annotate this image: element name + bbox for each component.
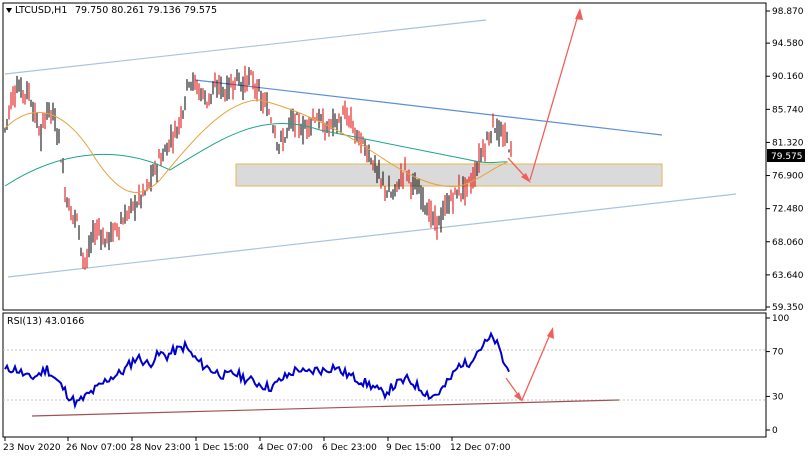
trading-chart[interactable]: 98.870 94.580 90.160 85.740 81.320 76.900 72.4… [0, 0, 808, 458]
rsi-tick-label: 30 [772, 392, 784, 402]
time-tick-label: 4 Dec 07:00 [258, 443, 313, 453]
time-tick-label: 1 Dec 15:00 [194, 443, 249, 453]
rsi-indicator-label: RSI(13) 43.0166 [7, 316, 84, 327]
time-tick-label: 9 Dec 15:00 [386, 443, 441, 453]
price-tick-label: 81.320 [772, 138, 804, 148]
price-tick-label: 72.480 [772, 205, 804, 215]
rsi-tick-label: 100 [772, 314, 789, 324]
price-tick-label: 68.060 [772, 238, 804, 248]
price-tick-label: 59.350 [772, 303, 804, 313]
current-price-label: 79.575 [771, 152, 803, 162]
time-tick-label: 26 Nov 07:00 [66, 443, 127, 453]
current-price-badge: 79.575 [767, 149, 805, 162]
price-tick-label: 76.900 [772, 172, 804, 182]
time-tick-label: 12 Dec 07:00 [450, 443, 511, 453]
time-tick-label: 28 Nov 23:00 [130, 443, 191, 453]
rsi-axis: 100 70 30 0 [766, 314, 789, 436]
support-zone-box[interactable] [235, 163, 663, 187]
time-axis: 23 Nov 2020 26 Nov 07:00 28 Nov 23:00 1 Dec… [3, 437, 511, 453]
rsi-tick-label: 0 [772, 426, 778, 436]
price-tick-label: 90.160 [772, 72, 804, 82]
ohlc-readout: 79.750 80.261 79.136 79.575 [75, 5, 217, 16]
price-tick-label: 98.870 [772, 7, 804, 17]
time-tick-label: 6 Dec 23:00 [322, 443, 377, 453]
price-tick-label: 85.740 [772, 105, 804, 115]
price-tick-label: 63.640 [772, 271, 804, 281]
time-tick-label: 23 Nov 2020 [3, 443, 61, 453]
price-tick-label: 94.580 [772, 39, 804, 49]
rsi-tick-label: 70 [772, 348, 784, 358]
symbol-title[interactable]: LTCUSD,H1 [15, 5, 67, 16]
